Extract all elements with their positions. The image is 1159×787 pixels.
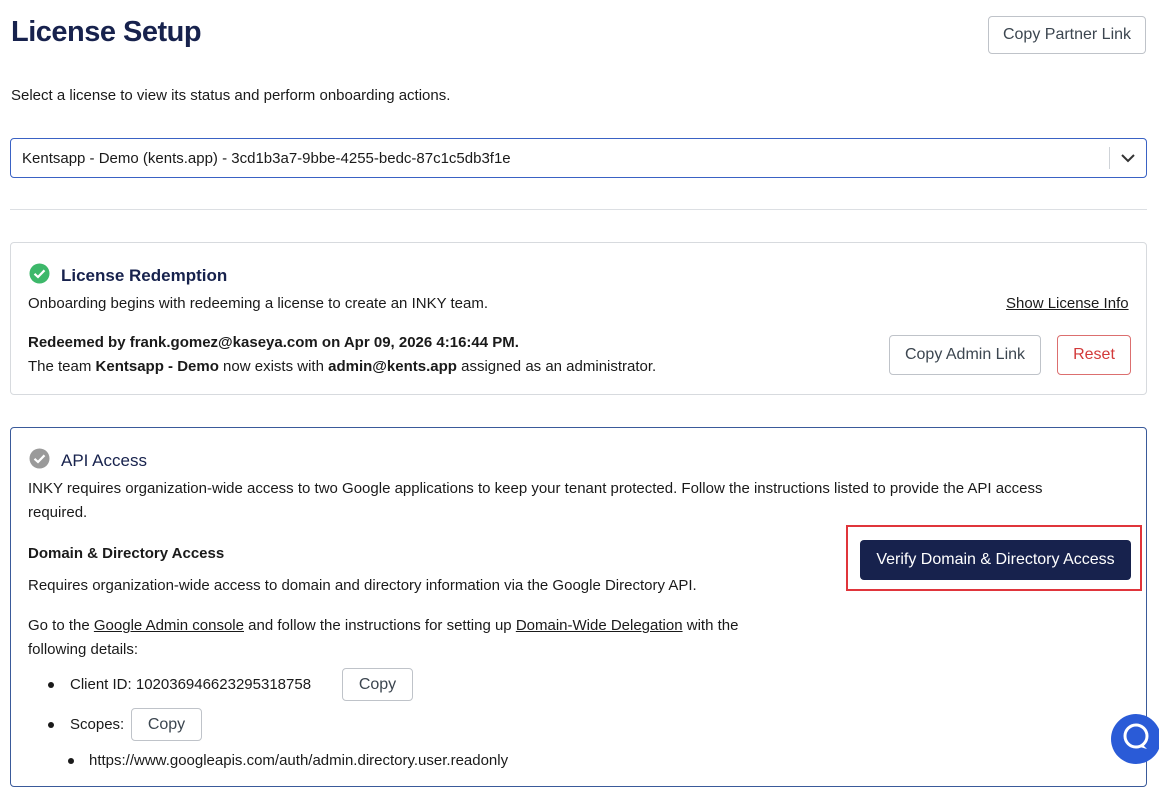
check-circle-icon (29, 263, 50, 289)
page-subtitle: Select a license to view its status and … (11, 87, 451, 104)
copy-client-id-button[interactable]: Copy (342, 668, 413, 701)
chat-bubble-icon (1121, 722, 1151, 757)
scopes-label: Scopes: (70, 716, 125, 733)
redeemed-by-text: Redeemed by frank.gomez@kaseya.com on Ap… (28, 334, 519, 351)
copy-admin-link-button[interactable]: Copy Admin Link (889, 335, 1041, 375)
api-access-title: API Access (61, 451, 147, 470)
license-select[interactable]: Kentsapp - Demo (kents.app) - 3cd1b3a7-9… (10, 138, 1147, 178)
redemption-header: License Redemption (29, 263, 227, 289)
bullet-icon (68, 758, 74, 764)
domain-directory-section-title: Domain & Directory Access (28, 545, 225, 562)
divider (10, 209, 1147, 210)
api-access-header: API Access (29, 448, 147, 474)
api-access-card: API Access INKY requires organization-wi… (10, 427, 1147, 787)
bullet-icon (48, 722, 54, 728)
verify-domain-directory-button[interactable]: Verify Domain & Directory Access (860, 540, 1131, 580)
copy-scopes-button[interactable]: Copy (131, 708, 202, 741)
api-access-description-line1: INKY requires organization-wide access t… (28, 480, 1043, 497)
reset-button[interactable]: Reset (1057, 335, 1131, 375)
api-access-description-line2: required. (28, 504, 88, 521)
license-select-value: Kentsapp - Demo (kents.app) - 3cd1b3a7-9… (22, 149, 511, 167)
copy-partner-link-button[interactable]: Copy Partner Link (988, 16, 1146, 54)
team-info-text: The team Kentsapp - Demo now exists with… (28, 358, 657, 375)
client-id-text: Client ID: 102036946623295318758 (70, 676, 312, 693)
instructions-line2: following details: (28, 641, 139, 658)
scope-item: https://www.googleapis.com/auth/admin.di… (89, 752, 509, 769)
google-admin-console-link[interactable]: Google Admin console (94, 617, 244, 634)
chevron-down-icon[interactable] (1110, 153, 1146, 163)
page-title: License Setup (11, 16, 202, 48)
show-license-info-link[interactable]: Show License Info (1006, 295, 1129, 312)
bullet-icon (48, 682, 54, 688)
domain-directory-description: Requires organization-wide access to dom… (28, 577, 697, 594)
pending-check-circle-icon (29, 448, 50, 474)
chat-launcher-button[interactable] (1111, 714, 1159, 764)
instructions-line1: Go to the Google Admin console and follo… (28, 617, 739, 634)
license-redemption-card: License Redemption Onboarding begins wit… (10, 242, 1147, 395)
redemption-title: License Redemption (61, 266, 228, 285)
redemption-description: Onboarding begins with redeeming a licen… (28, 295, 488, 312)
domain-wide-delegation-link[interactable]: Domain-Wide Delegation (516, 617, 683, 634)
